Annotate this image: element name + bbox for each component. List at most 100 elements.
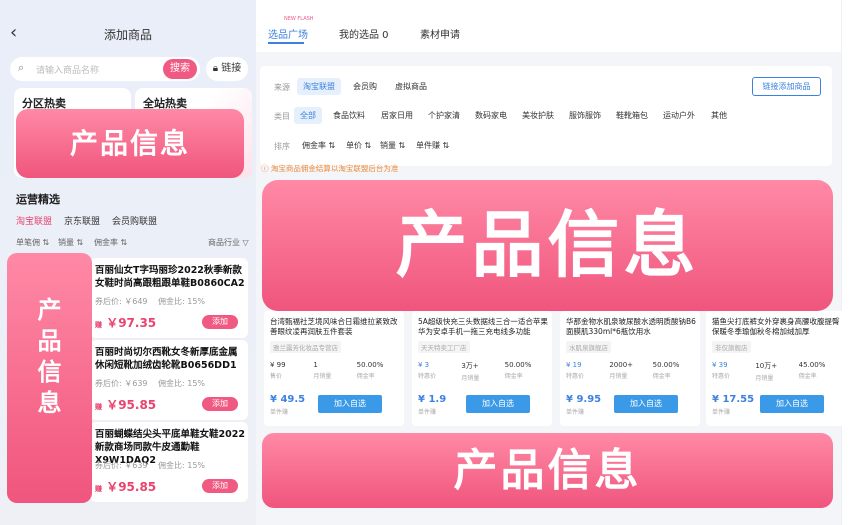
chip-source-virtual[interactable]: 虚拟商品 <box>389 78 433 95</box>
list-item: 百丽蝴蝶结尖头平底单鞋女鞋2022新款商场同款牛皮通勤鞋X9W1DAQ2 券后价… <box>90 422 248 502</box>
stat-sales: 3万+ 月销量 <box>461 361 504 382</box>
stat-value: 2000+ <box>609 361 634 369</box>
earn-price: 赚 ￥97.35 <box>95 314 156 331</box>
sort-rate[interactable]: 佣金率 ⇅ <box>94 237 127 248</box>
sort-sales[interactable]: 销量 ⇅ <box>374 137 411 154</box>
link-button[interactable]: 🔒︎ 链接 <box>206 57 248 81</box>
chip-category-apparel[interactable]: 服饰服饰 <box>563 107 607 124</box>
stat-value: 45.00% <box>798 361 826 369</box>
link-button-label: 链接 <box>221 63 242 74</box>
add-to-selection-button[interactable]: 加入自选 <box>614 395 678 413</box>
tab-material-apply[interactable]: 素材申请 <box>420 26 460 41</box>
lock-icon: 🔒︎ <box>212 63 219 74</box>
product-title: 百丽仙女T字玛丽珍2022秋季新款女鞋时尚高跟粗跟单鞋B0860CA2 <box>95 265 245 289</box>
product-info-banner-vertical: 产品信息 <box>7 253 92 503</box>
tab-taobao[interactable]: 淘宝联盟 <box>16 214 52 227</box>
stat-sales: 2000+ 月销量 <box>609 361 652 381</box>
chip-source-taobao[interactable]: 淘宝联盟 <box>297 78 341 95</box>
sort-unit-price[interactable]: 单价 ⇅ <box>340 137 377 154</box>
earn-value: ￥95.85 <box>106 398 157 412</box>
shop-name: 天天特卖工厂店 <box>418 341 470 353</box>
link-add-product-button[interactable]: 链接添加商品 <box>752 77 821 96</box>
coupon-price: 券后价: ￥649 <box>95 297 148 306</box>
earn-value: ￥97.35 <box>106 316 157 330</box>
chip-source-member[interactable]: 会员购 <box>347 78 383 95</box>
add-button[interactable]: 添加 <box>202 397 238 411</box>
search-icon: ⌕ <box>18 61 25 74</box>
source-label: 来源 <box>274 83 290 92</box>
add-to-selection-button[interactable]: 加入自选 <box>760 395 824 413</box>
chip-category-sports[interactable]: 运动户外 <box>657 107 701 124</box>
tab-my-selection[interactable]: 我的选品 0 <box>339 26 389 41</box>
shop-name: 雅兰露芳化妆品专营店 <box>270 341 341 353</box>
sort-label: 排序 <box>274 142 290 151</box>
earn-price: ¥ 9.95 <box>566 394 602 405</box>
section-title: 运营精选 <box>16 193 60 206</box>
sort-commission[interactable]: 单笔佣 ⇅ <box>16 237 49 248</box>
add-button[interactable]: 添加 <box>202 479 238 493</box>
product-stats: ¥ 99 售价 1 月销量 50.00% 佣金率 <box>270 361 400 381</box>
stat-value: 50.00% <box>504 361 532 369</box>
search-button[interactable]: 搜索 <box>163 59 197 79</box>
product-card: 5A超级快充三头数据线三合一适合苹果华为安卓手机一拖三充电线多功能 天天特卖工厂… <box>412 311 552 426</box>
product-title: 5A超级快充三头数据线三合一适合苹果华为安卓手机一拖三充电线多功能 <box>418 317 548 336</box>
commission-ratio: 佣金比: 15% <box>158 379 206 388</box>
chip-category-shoes[interactable]: 鞋靴箱包 <box>610 107 654 124</box>
chip-category-food[interactable]: 食品饮料 <box>327 107 371 124</box>
stat-label: 月销量 <box>313 373 332 380</box>
shop-name: 非仅旗舰店 <box>712 341 751 353</box>
add-button[interactable]: 添加 <box>202 315 238 329</box>
product-title: 台湾甄福社芝境风味合日霜维拉紧致改善眼纹凌再润肤五件套装 <box>270 317 398 336</box>
filter-industry[interactable]: 商品行业 ▽ <box>208 237 249 248</box>
stat-label: 特惠价 <box>566 373 585 380</box>
chip-category-beauty[interactable]: 美妆护肤 <box>516 107 560 124</box>
stat-price: ¥ 3 特惠价 <box>418 361 461 381</box>
earn-prefix: 赚 <box>95 485 102 493</box>
product-title: 华那金物水肌泉玻尿酸水透明质酸钠B6面膜肌330ml*6瓶饮用水 <box>566 317 696 336</box>
category-label: 类目 <box>274 112 290 121</box>
stat-price: ¥ 19 特惠价 <box>566 361 609 381</box>
product-stats: ¥ 3 特惠价 3万+ 月销量 50.00% 佣金率 <box>418 361 548 382</box>
product-stats: ¥ 19 特惠价 2000+ 月销量 50.00% 佣金率 <box>566 361 696 381</box>
tab-selection-square[interactable]: 选品广场 <box>268 26 308 41</box>
chip-category-other[interactable]: 其他 <box>705 107 733 124</box>
stat-label: 佣金率 <box>652 373 671 380</box>
earn-price: 赚 ￥95.85 <box>95 478 156 495</box>
tab-member[interactable]: 会员购联盟 <box>112 214 157 227</box>
list-item: 百丽时尚切尔西靴女冬新厚底金属休闲短靴加绒齿轮靴B0656DD1 券后价: ￥6… <box>90 340 248 420</box>
stat-value: 50.00% <box>652 361 680 369</box>
stat-value: ¥ 39 <box>712 361 728 369</box>
stat-label: 售价 <box>270 373 283 380</box>
chip-category-digital[interactable]: 数码家电 <box>469 107 513 124</box>
earn-label: 单件赚 <box>566 409 585 416</box>
banner-vertical-text: 产品信息 <box>37 296 62 417</box>
earn-value: ￥95.85 <box>106 480 157 494</box>
commission-ratio: 佣金比: 15% <box>158 461 206 470</box>
chip-category-care[interactable]: 个护家清 <box>422 107 466 124</box>
list-item: 百丽仙女T字玛丽珍2022秋季新款女鞋时尚高跟粗跟单鞋B0860CA2 券后价:… <box>90 258 248 338</box>
add-to-selection-button[interactable]: 加入自选 <box>318 395 382 413</box>
stat-label: 佣金率 <box>504 373 523 380</box>
stat-label: 佣金率 <box>798 373 817 380</box>
product-stats: ¥ 39 特惠价 10万+ 月销量 45.00% 佣金率 <box>712 361 842 382</box>
sort-earn-per-item[interactable]: 单件赚 ⇅ <box>410 137 455 154</box>
sort-commission-rate[interactable]: 佣金率 ⇅ <box>296 137 341 154</box>
product-title: 百丽时尚切尔西靴女冬新厚底金属休闲短靴加绒齿轮靴B0656DD1 <box>95 347 238 371</box>
tab-jd[interactable]: 京东联盟 <box>64 214 100 227</box>
product-card: 台湾甄福社芝境风味合日霜维拉紧致改善眼纹凌再润肤五件套装 雅兰露芳化妆品专营店 … <box>264 311 404 426</box>
active-tab-indicator <box>268 42 304 44</box>
product-info-banner-large: 产品信息 <box>262 180 833 311</box>
earn-price: ¥ 1.9 <box>418 394 447 405</box>
stat-sales: 10万+ 月销量 <box>755 361 798 382</box>
stat-label: 特惠价 <box>418 373 437 380</box>
stat-label: 月销量 <box>461 375 480 382</box>
earn-prefix: 赚 <box>95 321 102 329</box>
product-card: 猫鱼尖打底裤女外穿裹身高腰收腹提臀保暖冬季瑜伽秋冬棉加绒加厚 非仅旗舰店 ¥ 3… <box>706 311 846 426</box>
earn-price: ¥ 49.5 <box>270 394 306 405</box>
sort-sales[interactable]: 销量 ⇅ <box>58 237 83 248</box>
shop-name: 水肌泉旗舰店 <box>566 341 611 353</box>
add-to-selection-button[interactable]: 加入自选 <box>466 395 530 413</box>
chip-category-home[interactable]: 居家日用 <box>375 107 419 124</box>
chip-category-all[interactable]: 全部 <box>294 107 322 124</box>
search-input[interactable]: ⌕ 请输入商品名称 搜索 <box>10 57 200 81</box>
